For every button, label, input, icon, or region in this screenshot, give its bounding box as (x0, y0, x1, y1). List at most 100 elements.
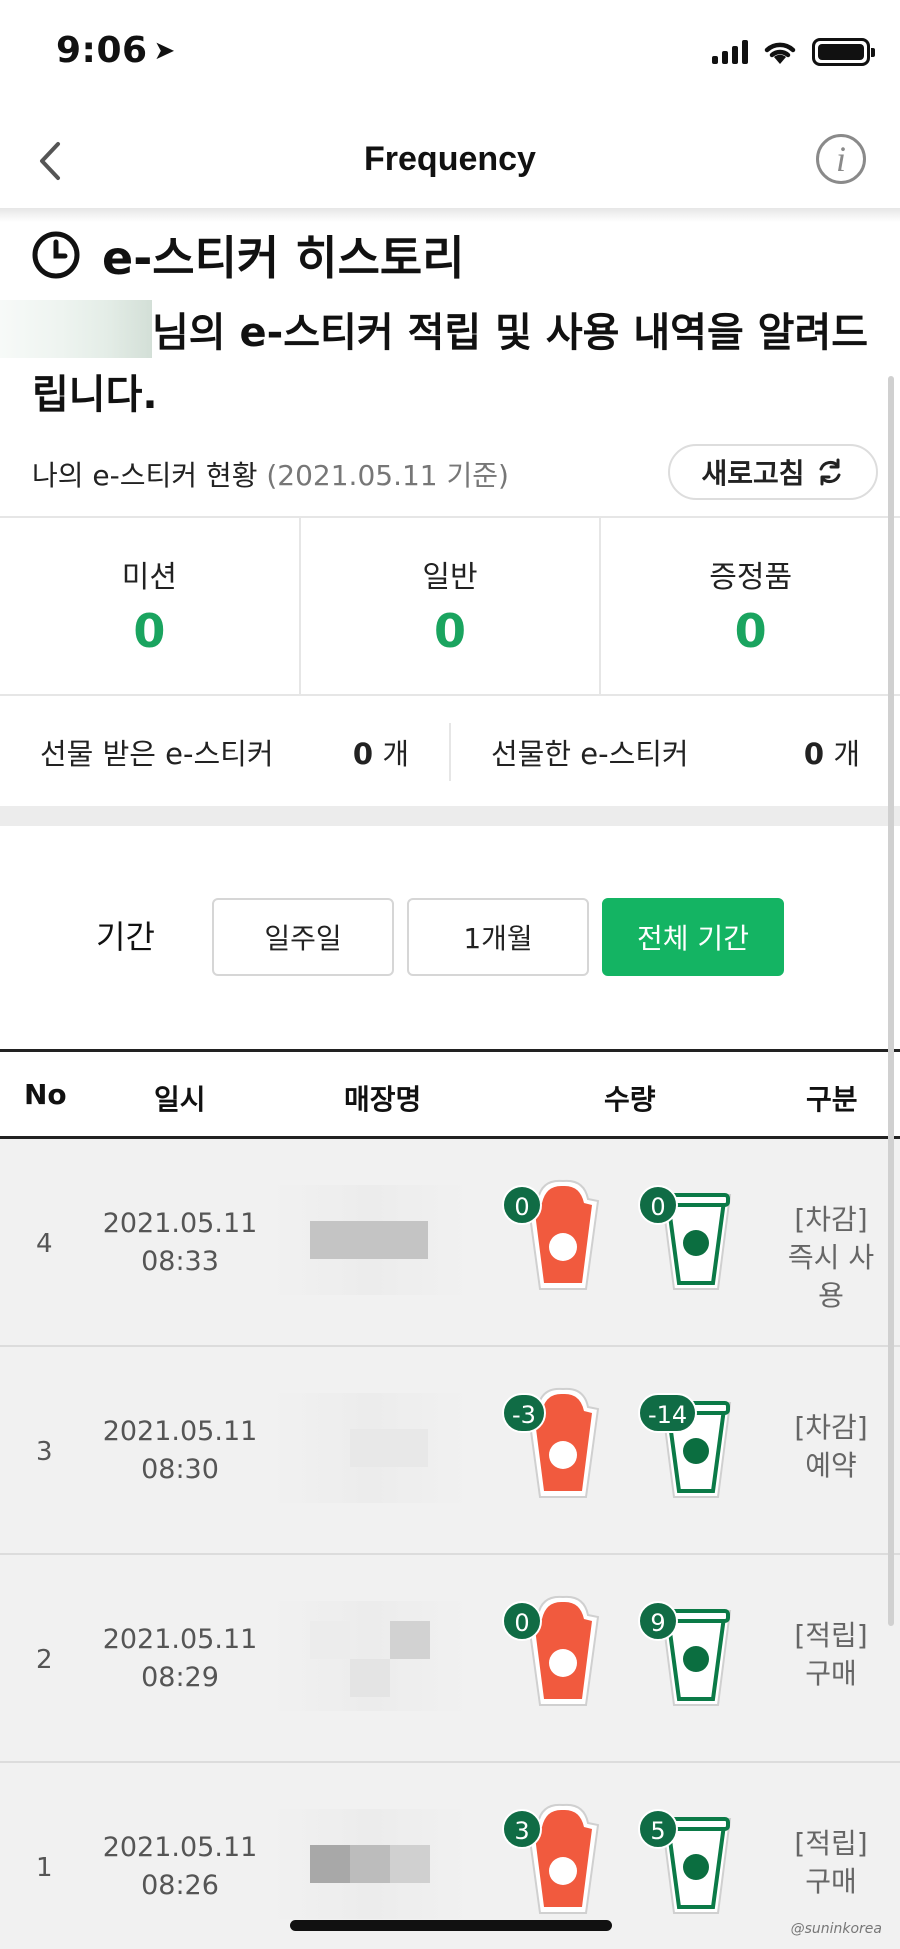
red-qty-badge: 0 (502, 1601, 542, 1641)
type-category: [적립] (794, 1827, 868, 1860)
row-time: 08:29 (141, 1662, 219, 1693)
nav-header: Frequency i (0, 110, 900, 212)
red-qty-badge: 0 (502, 1185, 542, 1225)
count-value: 0 (734, 604, 767, 658)
row-date: 2021.05.11 (102, 1832, 258, 1863)
type-detail: 구매 (805, 1865, 857, 1898)
type-detail: 예약 (805, 1449, 857, 1482)
red-qty-badge: -3 (502, 1393, 546, 1433)
row-date: 2021.05.11 (102, 1416, 258, 1447)
green-cup-sticker: 9 (638, 1593, 736, 1715)
green-cup-sticker: 5 (638, 1801, 736, 1923)
nav-shadow (0, 208, 900, 222)
header-type: 구분 (806, 1083, 858, 1116)
green-qty-badge: -14 (638, 1393, 698, 1433)
watermark: @suninkorea (790, 1921, 882, 1937)
status-label: 나의 e-스티커 현황 (2021.05.11 기준) (32, 454, 509, 494)
row-no: 2 (36, 1645, 53, 1675)
masked-username (0, 300, 152, 358)
row-time: 08:30 (141, 1454, 219, 1485)
header-datetime: 일시 (154, 1083, 206, 1116)
period-all-button[interactable]: 전체 기간 (602, 898, 784, 976)
status-icons (712, 38, 875, 66)
home-indicator[interactable] (290, 1920, 612, 1931)
scrollbar[interactable] (888, 376, 894, 1626)
row-datetime: 2021.05.11 08:33 (100, 1205, 260, 1281)
status-date: (2021.05.11 기준) (266, 459, 509, 492)
count-label: 미션 (121, 560, 177, 595)
row-type: [적립] 구매 (776, 1617, 886, 1693)
row-time: 08:33 (141, 1246, 219, 1277)
count-label: 증정품 (709, 560, 793, 595)
type-category: [차감] (794, 1411, 868, 1444)
battery-icon (812, 38, 875, 66)
clock-icon (32, 231, 80, 279)
gift-sent-label: 선물한 e-스티커 (491, 737, 689, 771)
count-value: 0 (133, 604, 166, 658)
row-type: [차감] 즉시 사용 (776, 1201, 886, 1315)
history-header: e-스티커 히스토리 (30, 222, 465, 288)
row-date: 2021.05.11 (102, 1624, 258, 1655)
sticker-counts: 미션 0 일반 0 증정품 0 (0, 516, 900, 696)
info-icon[interactable]: i (816, 134, 866, 184)
status-time: 9:06 ➤ (56, 30, 176, 71)
masked-store-name (272, 1393, 468, 1503)
row-type: [차감] 예약 (776, 1409, 886, 1485)
period-label: 기간 (96, 918, 155, 956)
row-time: 08:26 (141, 1870, 219, 1901)
status-label-text: 나의 e-스티커 현황 (32, 459, 258, 492)
masked-store-name (272, 1185, 468, 1295)
green-cup-sticker: -14 (638, 1385, 736, 1507)
gift-sent: 선물한 e-스티커 0 개 (451, 731, 900, 773)
count-value: 0 (434, 604, 467, 658)
table-row: 4 2021.05.11 08:33 0 0 [차감] 즉시 사용 (0, 1139, 900, 1347)
gift-received-count: 0 (352, 737, 374, 771)
count-general: 일반 0 (301, 518, 602, 694)
history-rows: 4 2021.05.11 08:33 0 0 [차감] 즉시 사용 3 2021… (0, 1139, 900, 1949)
red-cup-sticker: 0 (502, 1593, 606, 1717)
refresh-button[interactable]: 새로고침 (668, 444, 878, 500)
history-description: 님의 e-스티커 적립 및 사용 내역을 알려드 립니다. (0, 300, 880, 426)
period-week-button[interactable]: 일주일 (212, 898, 394, 976)
type-category: [적립] (794, 1619, 868, 1652)
clock-time: 9:06 (56, 30, 148, 71)
cellular-signal-icon (712, 40, 748, 64)
green-qty-badge: 9 (638, 1601, 678, 1641)
header-quantity: 수량 (604, 1083, 656, 1116)
table-header: No 일시 매장명 수량 구분 (0, 1049, 900, 1139)
period-month-button[interactable]: 1개월 (407, 898, 589, 976)
header-store: 매장명 (344, 1083, 422, 1116)
refresh-label: 새로고침 (701, 457, 805, 490)
table-row: 3 2021.05.11 08:30 -3 -14 [차감] 예약 (0, 1347, 900, 1555)
green-qty-badge: 5 (638, 1809, 678, 1849)
row-date: 2021.05.11 (102, 1208, 258, 1239)
row-no: 1 (36, 1853, 53, 1883)
count-label: 일반 (422, 560, 478, 595)
masked-store-name (272, 1809, 468, 1919)
count-giveaway: 증정품 0 (601, 518, 900, 694)
row-no: 4 (36, 1229, 53, 1259)
unit-label: 개 (382, 737, 409, 771)
red-cup-sticker: 3 (502, 1801, 606, 1925)
type-category: [차감] (794, 1203, 868, 1236)
status-bar: 9:06 ➤ (0, 0, 900, 110)
gift-sent-count: 0 (803, 737, 825, 771)
count-mission: 미션 0 (0, 518, 301, 694)
unit-label: 개 (833, 737, 860, 771)
red-cup-sticker: 0 (502, 1177, 606, 1301)
type-detail: 즉시 사용 (787, 1241, 875, 1312)
history-title: e-스티커 히스토리 (102, 231, 465, 285)
sticker-status-row: 나의 e-스티커 현황 (2021.05.11 기준) 새로고침 (32, 444, 878, 500)
type-detail: 구매 (805, 1657, 857, 1690)
wifi-icon (764, 42, 796, 64)
header-no: No (24, 1078, 67, 1111)
page-title: Frequency (364, 140, 536, 178)
gift-row: 선물 받은 e-스티커 0 개 선물한 e-스티커 0 개 (0, 698, 900, 806)
row-no: 3 (36, 1437, 53, 1467)
gift-received-label: 선물 받은 e-스티커 (40, 737, 274, 771)
location-arrow-icon: ➤ (153, 36, 176, 66)
row-datetime: 2021.05.11 08:29 (100, 1621, 260, 1697)
red-cup-sticker: -3 (502, 1385, 606, 1509)
row-datetime: 2021.05.11 08:26 (100, 1829, 260, 1905)
period-filter: 기간 일주일 1개월 전체 기간 (0, 898, 900, 978)
